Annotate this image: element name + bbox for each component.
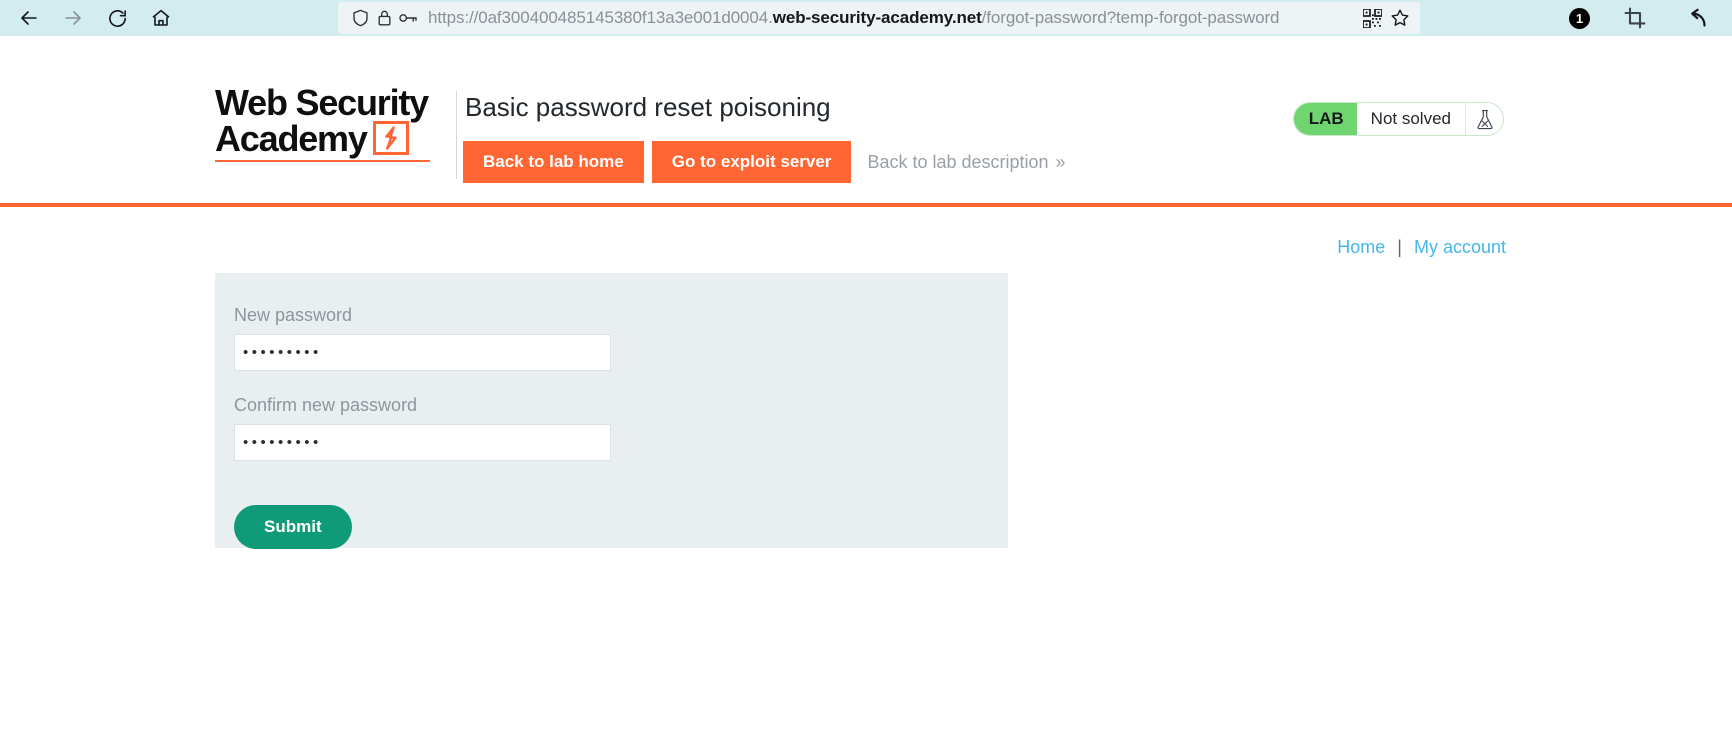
password-reset-form-panel: New password ••••••••• Confirm new passw… <box>215 273 1008 549</box>
url-path: /forgot-password?temp-forgot-password <box>981 8 1280 27</box>
forward-arrow-icon <box>62 7 84 29</box>
web-security-academy-logo[interactable]: Web Security Academy <box>215 82 447 162</box>
nav-separator: | <box>1397 237 1402 257</box>
star-bookmark-icon[interactable] <box>1388 6 1412 30</box>
logo-line-2-row: Academy <box>215 121 447 157</box>
header-divider <box>456 91 457 179</box>
lightning-bolt-icon <box>372 120 409 155</box>
back-to-lab-description-label: Back to lab description <box>867 151 1049 172</box>
undo-arrow-icon <box>1686 7 1709 30</box>
submit-button[interactable]: Submit <box>234 505 352 549</box>
address-bar-container: https://0af300400485145380f13a3e001d0004… <box>338 2 1420 34</box>
lab-header: Web Security Academy Basic password rese… <box>0 36 1732 203</box>
confirm-password-label: Confirm new password <box>234 395 418 415</box>
forward-button[interactable] <box>56 1 90 35</box>
back-arrow-icon <box>18 7 40 29</box>
account-nav: Home | My account <box>1337 237 1506 258</box>
url-domain: web-security-academy.net <box>772 8 982 27</box>
nav-link-my-account[interactable]: My account <box>1414 237 1506 258</box>
lock-icon[interactable] <box>372 6 396 30</box>
crop-screenshot-button[interactable] <box>1618 1 1652 35</box>
lab-action-bar: Back to lab home Go to exploit server Ba… <box>463 141 1066 183</box>
logo-line-1: Web Security <box>215 82 429 123</box>
shield-icon[interactable] <box>348 6 372 30</box>
reload-button[interactable] <box>100 1 134 35</box>
reload-icon <box>107 8 128 29</box>
flask-not-solved-icon <box>1465 103 1503 135</box>
new-password-label: New password <box>234 305 353 325</box>
browser-extension-actions: 1 <box>1569 0 1714 36</box>
back-to-lab-description-link[interactable]: Back to lab description » <box>867 152 1065 173</box>
nav-link-home[interactable]: Home <box>1337 237 1385 258</box>
address-bar[interactable]: https://0af300400485145380f13a3e001d0004… <box>338 2 1420 34</box>
crop-screenshot-icon <box>1624 7 1646 29</box>
key-icon[interactable] <box>396 6 420 30</box>
page-title: Basic password reset poisoning <box>465 92 831 122</box>
undo-button[interactable] <box>1680 1 1714 35</box>
logo-underline <box>215 159 430 162</box>
page-body: Home | My account New password •••••••••… <box>0 207 1732 746</box>
logo-line-2: Academy <box>215 118 368 159</box>
lab-status-badge[interactable]: LAB Not solved <box>1292 102 1504 136</box>
browser-chrome: https://0af300400485145380f13a3e001d0004… <box>0 0 1732 36</box>
go-to-exploit-server-button[interactable]: Go to exploit server <box>651 141 852 183</box>
back-button[interactable] <box>12 1 46 35</box>
browser-nav-buttons <box>0 1 178 35</box>
new-password-input[interactable]: ••••••••• <box>234 334 611 371</box>
home-icon <box>150 7 172 29</box>
home-button[interactable] <box>144 1 178 35</box>
confirm-password-input[interactable]: ••••••••• <box>234 424 611 461</box>
url-prefix: https://0af300400485145380f13a3e001d0004… <box>428 8 773 27</box>
lab-status-state: Not solved <box>1356 103 1465 135</box>
lab-status-tag: LAB <box>1293 103 1357 135</box>
chevron-right-icon: » <box>1055 151 1066 172</box>
url-text[interactable]: https://0af300400485145380f13a3e001d0004… <box>428 8 1360 28</box>
notification-badge[interactable]: 1 <box>1569 7 1590 29</box>
address-bar-actions <box>1360 6 1412 30</box>
qr-code-icon[interactable] <box>1360 6 1384 30</box>
back-to-lab-home-button[interactable]: Back to lab home <box>463 141 644 183</box>
